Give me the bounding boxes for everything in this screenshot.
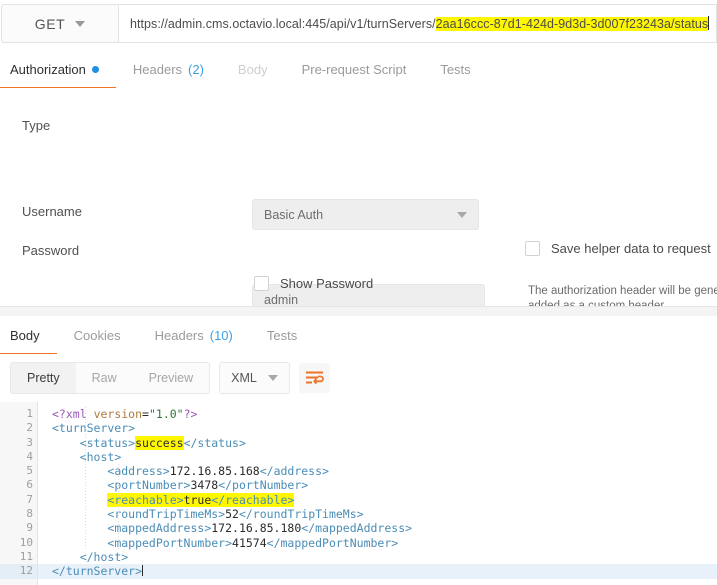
line-number: 7 [26, 492, 33, 506]
tab-headers-label: Headers [132, 62, 183, 77]
response-tab-headers[interactable]: Headers (10) [138, 328, 250, 354]
blue-dot-icon [91, 66, 99, 73]
save-helper-data-label: Save helper data to request [551, 241, 711, 256]
show-password-checkbox[interactable] [254, 276, 269, 291]
show-password-label: Show Password [280, 276, 374, 291]
http-method-selector[interactable]: GET [1, 4, 119, 43]
save-helper-data-row[interactable]: Save helper data to request [525, 241, 711, 256]
authorization-panel: Type Basic Auth Username admin Password … [0, 88, 717, 354]
code-line: </host> [79, 549, 129, 564]
response-tab-cookies[interactable]: Cookies [57, 328, 138, 354]
line-number: 5 [26, 464, 33, 478]
code-line: <?xml version="1.0"?> [52, 407, 198, 421]
postman-request-response-view: GET https://admin.cms.octavio.local:445/… [0, 0, 717, 585]
code-line: <mappedPortNumber>41574</mappedPortNumbe… [107, 535, 399, 550]
helper-note-line-1: The authorization header will be generat [528, 285, 717, 297]
code-line: <host> [79, 449, 122, 464]
tab-headers[interactable]: Headers (2) [116, 62, 221, 88]
tab-pre-request-script-label: Pre-request Script [301, 62, 407, 77]
chevron-down-icon [267, 375, 278, 381]
view-mode-group: Pretty Raw Preview [10, 362, 211, 394]
word-wrap-button[interactable] [298, 363, 330, 393]
response-tab-tests-label: Tests [266, 328, 298, 343]
tab-body[interactable]: Body [221, 62, 285, 88]
line-number: 10 [19, 535, 33, 549]
response-tabs: Body Cookies Headers (10) Tests [0, 316, 717, 355]
response-tab-tests[interactable]: Tests [250, 328, 314, 354]
code-line: <turnServer> [52, 421, 136, 436]
code-line: <status>success</status> [79, 435, 246, 450]
view-mode-preview[interactable]: Preview [133, 363, 209, 393]
auth-type-label: Type [22, 118, 51, 133]
line-number: 11 [19, 549, 33, 563]
show-password-checkbox-row[interactable]: Show Password [254, 276, 373, 291]
line-number: 6 [26, 478, 33, 492]
indent-guide [85, 407, 86, 550]
line-number: 3 [26, 435, 33, 449]
username-label: Username [22, 204, 82, 219]
username-value: admin [264, 292, 299, 307]
auth-type-value: Basic Auth [264, 207, 324, 222]
response-tab-body[interactable]: Body [0, 328, 57, 355]
auth-type-select[interactable]: Basic Auth [252, 199, 479, 230]
code-line: <portNumber>3478</portNumber> [107, 478, 309, 493]
line-number-text: 2 [26, 421, 33, 435]
tab-tests[interactable]: Tests [423, 62, 487, 88]
password-label: Password [22, 243, 80, 258]
response-body-code-editor[interactable]: 1 2 3 4 5 6 7 8 9 10 11 12 <?xml version… [0, 402, 717, 585]
save-helper-data-checkbox[interactable] [525, 241, 540, 256]
line-number: 8 [26, 507, 33, 521]
code-line-active: </turnServer> [38, 564, 717, 579]
tab-tests-label: Tests [440, 62, 471, 77]
code-line: <roundTripTimeMs>52</roundTripTimeMs> [107, 507, 364, 522]
view-mode-raw-label: Raw [91, 371, 117, 385]
response-tab-headers-label: Headers [154, 328, 204, 343]
chevron-down-icon [457, 211, 467, 218]
url-bar: GET https://admin.cms.octavio.local:445/… [0, 0, 717, 48]
line-number: 2 [0, 421, 46, 435]
url-input[interactable]: https://admin.cms.octavio.local:445/api/… [119, 4, 717, 43]
chevron-down-icon [75, 20, 86, 27]
code-line: <reachable>true</reachable> [107, 492, 295, 507]
url-text: https://admin.cms.octavio.local:445/api/… [119, 16, 710, 31]
line-number: 4 [0, 449, 46, 464]
tab-body-label: Body [237, 62, 268, 77]
line-number: 9 [26, 521, 33, 535]
line-number-text: 4 [26, 449, 33, 463]
response-toolbar: Pretty Raw Preview XML [0, 354, 717, 402]
tab-headers-count: (2) [188, 62, 204, 77]
url-highlighted-text: 2aa16ccc-87d1-424d-9d3d-3d007f23243a/sta… [435, 17, 709, 31]
view-mode-raw[interactable]: Raw [76, 363, 133, 393]
auth-type-label-row: Type [22, 118, 50, 133]
response-format-selector[interactable]: XML [219, 362, 290, 394]
response-format-label: XML [231, 371, 257, 385]
code-line: <mappedAddress>172.16.85.180</mappedAddr… [107, 521, 413, 536]
editor-code-area[interactable]: <?xml version="1.0"?> <turnServer> <stat… [38, 402, 717, 585]
tab-authorization[interactable]: Authorization [0, 62, 116, 89]
http-method-label: GET [34, 15, 66, 32]
response-tab-body-label: Body [10, 328, 40, 343]
response-tab-headers-count: (10) [209, 328, 233, 343]
view-mode-preview-label: Preview [148, 371, 194, 385]
password-label-row: Password [22, 243, 79, 258]
text-cursor [142, 565, 144, 577]
indent-guide [118, 464, 119, 550]
view-mode-pretty-label: Pretty [27, 371, 60, 385]
view-mode-pretty[interactable]: Pretty [11, 363, 76, 393]
code-line: <address>172.16.85.168</address> [107, 464, 329, 479]
text-cursor [708, 16, 710, 30]
tab-authorization-label: Authorization [10, 62, 86, 77]
editor-gutter: 1 2 3 4 5 6 7 8 9 10 11 12 [0, 402, 46, 585]
line-number: 12 [0, 564, 37, 579]
line-number: 1 [26, 407, 33, 420]
word-wrap-icon [305, 371, 324, 385]
response-tab-cookies-label: Cookies [73, 328, 121, 343]
url-prefix-text: https://admin.cms.octavio.local:445/api/… [130, 17, 436, 31]
tab-pre-request-script[interactable]: Pre-request Script [285, 62, 424, 88]
username-label-row: Username [22, 204, 82, 219]
request-tabs: Authorization Headers (2) Body Pre-reque… [0, 47, 717, 89]
